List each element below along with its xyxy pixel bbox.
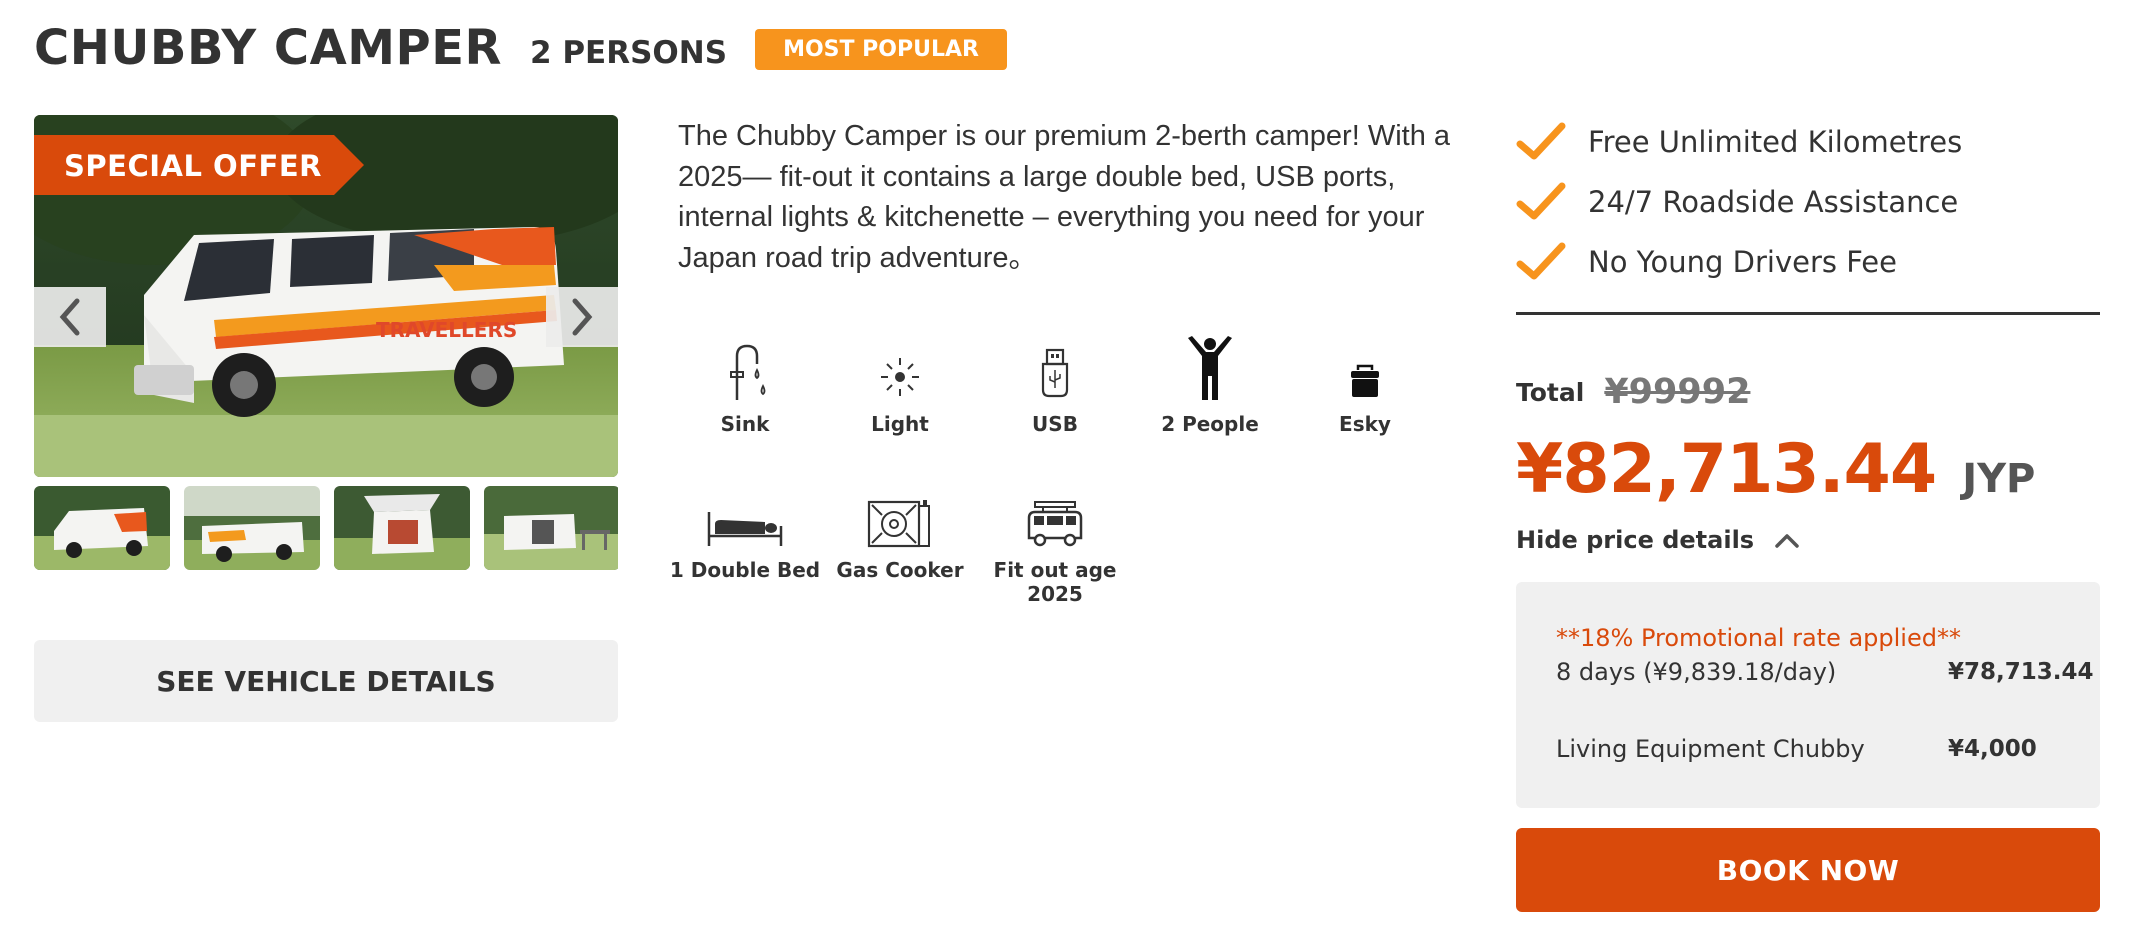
- feature-label: Esky: [1339, 412, 1391, 436]
- vehicle-header: CHUBBY CAMPER 2 PERSONS MOST POPULAR: [34, 18, 1007, 78]
- book-now-button[interactable]: BOOK NOW: [1516, 828, 2100, 912]
- svg-text:TRAVELLERS: TRAVELLERS: [376, 318, 517, 342]
- chevron-up-icon: [1775, 534, 1799, 548]
- feature-label: 1 Double Bed: [669, 558, 821, 582]
- chevron-left-icon: [59, 298, 80, 336]
- perks-list: Free Unlimited Kilometres 24/7 Roadside …: [1516, 112, 2100, 292]
- sink-icon: [730, 344, 766, 400]
- original-price: ¥99992: [1604, 372, 1751, 412]
- perk-item: Free Unlimited Kilometres: [1516, 112, 2100, 172]
- checkmark-icon: [1516, 182, 1566, 220]
- price-row: ¥82,713.44 JYP: [1516, 430, 2035, 509]
- hide-price-details-label: Hide price details: [1516, 526, 1755, 554]
- price-line-value: ¥4,000: [1948, 736, 2037, 762]
- special-offer-label: SPECIAL OFFER: [64, 149, 322, 183]
- feature-label: Light: [871, 412, 929, 436]
- feature-label: 2 People: [1161, 412, 1259, 436]
- vehicle-title: CHUBBY CAMPER: [34, 20, 502, 76]
- persons-count: 2 PERSONS: [529, 35, 728, 71]
- section-divider: [1516, 312, 2100, 315]
- previous-image-button[interactable]: [34, 287, 106, 347]
- feature-people: 2 People: [1132, 330, 1288, 436]
- bed-icon: [707, 512, 783, 546]
- perk-item: 24/7 Roadside Assistance: [1516, 172, 2100, 232]
- feature-usb: USB: [977, 330, 1133, 436]
- thumbnail-4[interactable]: [484, 486, 618, 570]
- price-line-label: Living Equipment Chubby: [1556, 735, 1865, 763]
- thumbnail-1[interactable]: [34, 486, 170, 570]
- thumbnail-3[interactable]: [334, 486, 470, 570]
- thumbnail-strip: [34, 486, 618, 570]
- total-row: Total ¥99992: [1516, 372, 1750, 412]
- current-price: ¥82,713.44: [1516, 430, 1937, 509]
- feature-esky: Esky: [1287, 330, 1443, 436]
- feature-label: Sink: [720, 412, 770, 436]
- next-image-button[interactable]: [546, 287, 618, 347]
- price-breakdown-panel: **18% Promotional rate applied** 8 days …: [1516, 582, 2100, 808]
- price-line-label: 8 days (¥9,839.18/day): [1556, 658, 1837, 686]
- hide-price-details-toggle[interactable]: Hide price details: [1516, 526, 1800, 554]
- perk-label: No Young Drivers Fee: [1588, 245, 1897, 279]
- usb-icon: [1041, 348, 1069, 398]
- chevron-right-icon: [572, 298, 593, 336]
- currency-code: JYP: [1962, 456, 2036, 502]
- perk-label: Free Unlimited Kilometres: [1588, 125, 1963, 159]
- feature-gas-cooker: Gas Cooker: [822, 476, 978, 582]
- thumbnail-2[interactable]: [184, 486, 320, 570]
- feature-label: USB: [1032, 412, 1078, 436]
- total-label: Total: [1516, 377, 1585, 407]
- main-vehicle-image: TRAVELLERS SPECIAL OFFER: [34, 115, 618, 477]
- feature-bed: 1 Double Bed: [667, 476, 823, 582]
- van-icon: [1027, 501, 1083, 547]
- esky-icon: [1351, 364, 1379, 397]
- feature-light: Light: [822, 330, 978, 436]
- checkmark-icon: [1516, 122, 1566, 160]
- promo-notice: **18% Promotional rate applied**: [1556, 624, 1961, 652]
- most-popular-badge: MOST POPULAR: [755, 28, 1007, 70]
- gas-cooker-icon: [867, 500, 930, 548]
- perk-item: No Young Drivers Fee: [1516, 232, 2100, 292]
- perk-label: 24/7 Roadside Assistance: [1588, 185, 1959, 219]
- vehicle-description: The Chubby Camper is our premium 2-berth…: [678, 120, 1451, 274]
- light-icon: [881, 358, 919, 396]
- feature-sink: Sink: [667, 330, 823, 436]
- price-line-value: ¥78,713.44: [1948, 659, 2094, 685]
- checkmark-icon: [1516, 242, 1566, 280]
- feature-label: Gas Cooker: [836, 558, 964, 582]
- feature-fit-out-age: Fit out age 2025: [977, 476, 1133, 606]
- see-vehicle-details-button[interactable]: SEE VEHICLE DETAILS: [34, 640, 618, 722]
- feature-label: Fit out age 2025: [993, 558, 1117, 606]
- people-icon: [1188, 336, 1232, 400]
